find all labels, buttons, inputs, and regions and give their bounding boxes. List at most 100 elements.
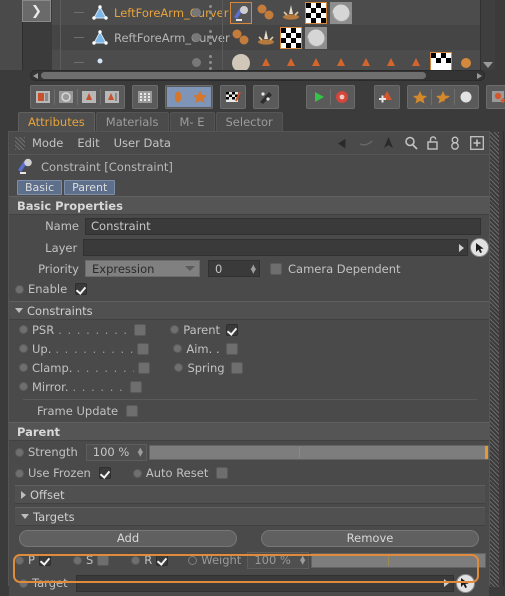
paint-brush-icon[interactable]	[255, 87, 277, 107]
auto-reset-checkbox[interactable]	[216, 467, 229, 479]
frame-update-checkbox[interactable]	[126, 405, 139, 417]
use-frozen-checkbox[interactable]	[98, 467, 111, 479]
enable-axis-icon[interactable]	[167, 86, 189, 107]
up-checkbox[interactable]	[137, 342, 150, 355]
tag-list[interactable]	[230, 0, 352, 25]
strength-slider[interactable]	[149, 444, 489, 460]
section-targets[interactable]: Targets	[15, 507, 485, 526]
record-icon[interactable]	[331, 87, 353, 107]
p-bullet[interactable]	[15, 555, 24, 565]
add-keyframe-icon[interactable]	[376, 87, 398, 107]
tag-list[interactable]	[230, 50, 477, 70]
parent-bullet[interactable]	[170, 325, 180, 334]
menubar-grip-icon[interactable]	[15, 136, 25, 150]
section-parent[interactable]: Parent	[9, 422, 489, 441]
menu-mode[interactable]: Mode	[32, 136, 63, 150]
up-bullet[interactable]	[19, 344, 28, 353]
enable-animate-bullet[interactable]	[15, 284, 24, 294]
object-name[interactable]: ReftForeArm_Curver	[114, 31, 230, 45]
autokey-icon[interactable]	[488, 87, 505, 107]
aim-bullet[interactable]	[173, 344, 183, 353]
section-basic-properties[interactable]: Basic Properties	[9, 196, 489, 215]
make-editable-icon[interactable]	[32, 87, 54, 107]
section-offset[interactable]: Offset	[15, 485, 485, 504]
s-bullet[interactable]	[72, 555, 82, 565]
protection-tag[interactable]	[280, 2, 302, 24]
texture-axis-icon[interactable]	[101, 87, 123, 107]
tag-list[interactable]	[230, 25, 327, 50]
unlock-icon[interactable]	[425, 136, 440, 151]
weight-tag[interactable]	[330, 52, 352, 71]
remove-button[interactable]: Remove	[261, 529, 479, 547]
protection-tag[interactable]	[255, 27, 277, 49]
play-icon[interactable]	[308, 87, 330, 107]
object-manager-vertical-scrollbar[interactable]	[480, 0, 495, 70]
checker-texture-tag[interactable]	[430, 51, 452, 70]
weight-tag[interactable]	[255, 52, 277, 71]
up-arrow-icon[interactable]	[381, 136, 396, 151]
weight-input[interactable]: 100 % ▲ ▼	[247, 551, 310, 569]
xpresso-tag[interactable]	[255, 2, 277, 24]
points-grid-icon[interactable]	[134, 87, 156, 107]
material-tag[interactable]	[330, 1, 352, 24]
visibility-dots[interactable]	[192, 25, 212, 50]
visibility-dots[interactable]	[192, 0, 212, 25]
menu-user-data[interactable]: User Data	[114, 136, 171, 150]
back-arrow-icon[interactable]	[337, 136, 352, 151]
r-bullet[interactable]	[131, 555, 141, 565]
scroll-right-icon[interactable]	[477, 73, 482, 79]
spring-checkbox[interactable]	[230, 361, 243, 374]
psr-bullet[interactable]	[19, 325, 28, 334]
new-window-icon[interactable]	[469, 136, 484, 151]
tab-basic[interactable]: Basic	[17, 180, 63, 195]
stepper-arrows-icon[interactable]: ▲ ▼	[138, 447, 143, 458]
weight-tag[interactable]	[280, 52, 302, 71]
tab-selector[interactable]: Selector	[215, 112, 283, 131]
enable-checkbox[interactable]	[75, 283, 88, 295]
model-axis-icon[interactable]	[55, 87, 77, 107]
weight-tag[interactable]	[355, 52, 377, 71]
cursor-picker-icon[interactable]	[455, 573, 475, 593]
scrollbar-thumb[interactable]	[41, 72, 426, 79]
forward-arrow-icon[interactable]	[359, 136, 374, 151]
chevron-right-icon[interactable]	[441, 576, 453, 591]
weight-tag[interactable]	[380, 52, 402, 71]
scroll-down-icon[interactable]	[483, 62, 493, 68]
scroll-left-icon[interactable]	[33, 73, 38, 79]
chevron-right-icon[interactable]	[455, 240, 467, 255]
keyframe-star-icon[interactable]	[409, 87, 431, 107]
material-tag[interactable]	[305, 26, 327, 49]
aim-checkbox[interactable]	[225, 342, 238, 355]
object-axis-icon[interactable]	[78, 87, 100, 107]
stepper-arrows-icon[interactable]: ▲ ▼	[251, 263, 256, 274]
keyframe-star-zero-icon[interactable]	[432, 87, 454, 107]
layer-link-field[interactable]	[83, 239, 468, 256]
constraint-tag[interactable]	[230, 1, 252, 24]
target-bullet[interactable]	[19, 578, 28, 588]
camera-dependent-checkbox[interactable]	[270, 262, 282, 275]
section-constraints[interactable]: Constraints	[9, 301, 489, 320]
material-tag[interactable]	[230, 52, 252, 70]
mirror-bullet[interactable]	[19, 382, 28, 391]
clamp-bullet[interactable]	[19, 363, 28, 372]
chain-link-icon[interactable]	[447, 136, 462, 151]
slider-knob[interactable]	[485, 445, 488, 459]
p-checkbox[interactable]	[38, 554, 51, 566]
checker-texture-tag[interactable]	[280, 26, 302, 49]
menu-edit[interactable]: Edit	[77, 136, 99, 150]
horizontal-scrollbar[interactable]	[30, 70, 485, 81]
checker-texture-tag[interactable]	[305, 1, 327, 24]
tab-parent[interactable]: Parent	[64, 180, 116, 195]
attribute-manager-scroll-grip[interactable]	[490, 132, 499, 587]
parent-checkbox[interactable]	[226, 323, 239, 336]
use-frozen-bullet[interactable]	[15, 468, 24, 478]
visibility-dots[interactable]	[192, 50, 212, 70]
mirror-checkbox[interactable]	[130, 380, 143, 393]
tab-attributes[interactable]: Attributes	[18, 112, 95, 131]
auto-reset-bullet[interactable]	[132, 468, 142, 478]
tab-materials[interactable]: Materials	[95, 112, 169, 131]
keyframe-circle-icon[interactable]	[455, 87, 477, 107]
stepper-arrows-icon[interactable]: ▲ ▼	[300, 555, 305, 566]
priority-number-stepper[interactable]: 0 ▲ ▼	[208, 260, 260, 277]
s-checkbox[interactable]	[97, 554, 110, 566]
